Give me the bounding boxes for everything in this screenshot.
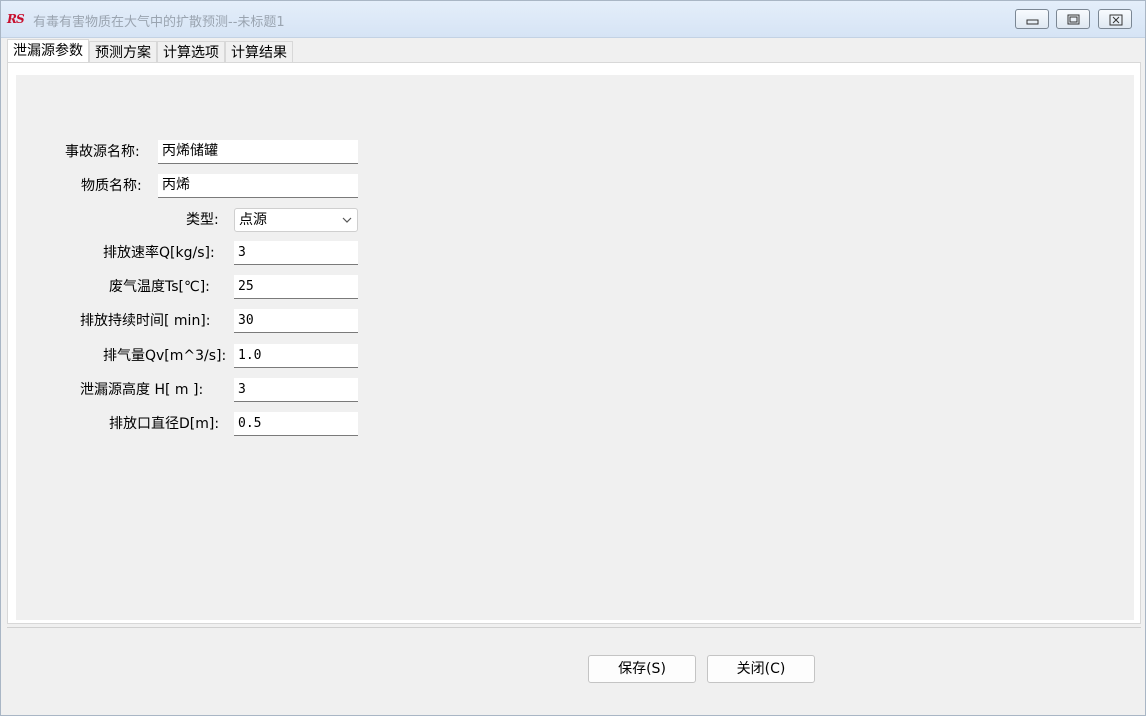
emission-rate-label: 排放速率Q[kg/s]: <box>103 245 215 261</box>
duration-label: 排放持续时间[ min]: <box>80 313 211 329</box>
gas-temperature-label: 废气温度Ts[℃]: <box>109 279 210 295</box>
gas-volume-field[interactable]: 1.0 <box>234 344 358 368</box>
maximize-button[interactable] <box>1056 9 1090 29</box>
substance-name-label: 物质名称: <box>81 178 142 194</box>
window-title: 有毒有害物质在大气中的扩散预测--未标题1 <box>33 15 285 30</box>
tab-bar: 泄漏源参数 预测方案 计算选项 计算结果 <box>7 39 293 63</box>
substance-name-field[interactable]: 丙烯 <box>158 174 358 198</box>
minimize-button[interactable] <box>1015 9 1049 29</box>
emission-rate-field[interactable]: 3 <box>234 241 358 265</box>
close-button[interactable]: 关闭(C) <box>707 655 815 683</box>
type-select-value: 点源 <box>239 212 267 228</box>
tab-calculation-options[interactable]: 计算选项 <box>157 41 225 63</box>
gas-volume-label: 排气量Qv[m^3/s]: <box>103 348 227 364</box>
type-select[interactable]: 点源 <box>234 208 358 232</box>
close-window-button[interactable] <box>1098 9 1132 29</box>
outlet-diameter-field[interactable]: 0.5 <box>234 412 358 436</box>
tab-calculation-results[interactable]: 计算结果 <box>225 41 293 63</box>
app-logo: RS <box>7 12 25 26</box>
outlet-diameter-label: 排放口直径D[m]: <box>109 416 220 432</box>
source-name-label: 事故源名称: <box>65 144 140 160</box>
type-label: 类型: <box>186 212 219 228</box>
close-icon <box>1109 14 1123 26</box>
chevron-down-icon <box>342 217 352 223</box>
bottom-divider <box>7 627 1141 628</box>
save-button[interactable]: 保存(S) <box>588 655 696 683</box>
maximize-icon <box>1067 14 1080 25</box>
app-window: RS 有毒有害物质在大气中的扩散预测--未标题1 泄漏源参数 预测方案 计算选项… <box>0 0 1146 716</box>
gas-temperature-field[interactable]: 25 <box>234 275 358 299</box>
tab-prediction-scheme[interactable]: 预测方案 <box>89 41 157 63</box>
source-height-field[interactable]: 3 <box>234 378 358 402</box>
minimize-icon <box>1026 19 1039 25</box>
title-bar[interactable]: RS 有毒有害物质在大气中的扩散预测--未标题1 <box>1 1 1145 38</box>
duration-field[interactable]: 30 <box>234 309 358 333</box>
source-name-field[interactable]: 丙烯储罐 <box>158 140 358 164</box>
source-height-label: 泄漏源高度 H[ m ]: <box>80 382 204 398</box>
tab-leak-source-params[interactable]: 泄漏源参数 <box>7 39 89 63</box>
